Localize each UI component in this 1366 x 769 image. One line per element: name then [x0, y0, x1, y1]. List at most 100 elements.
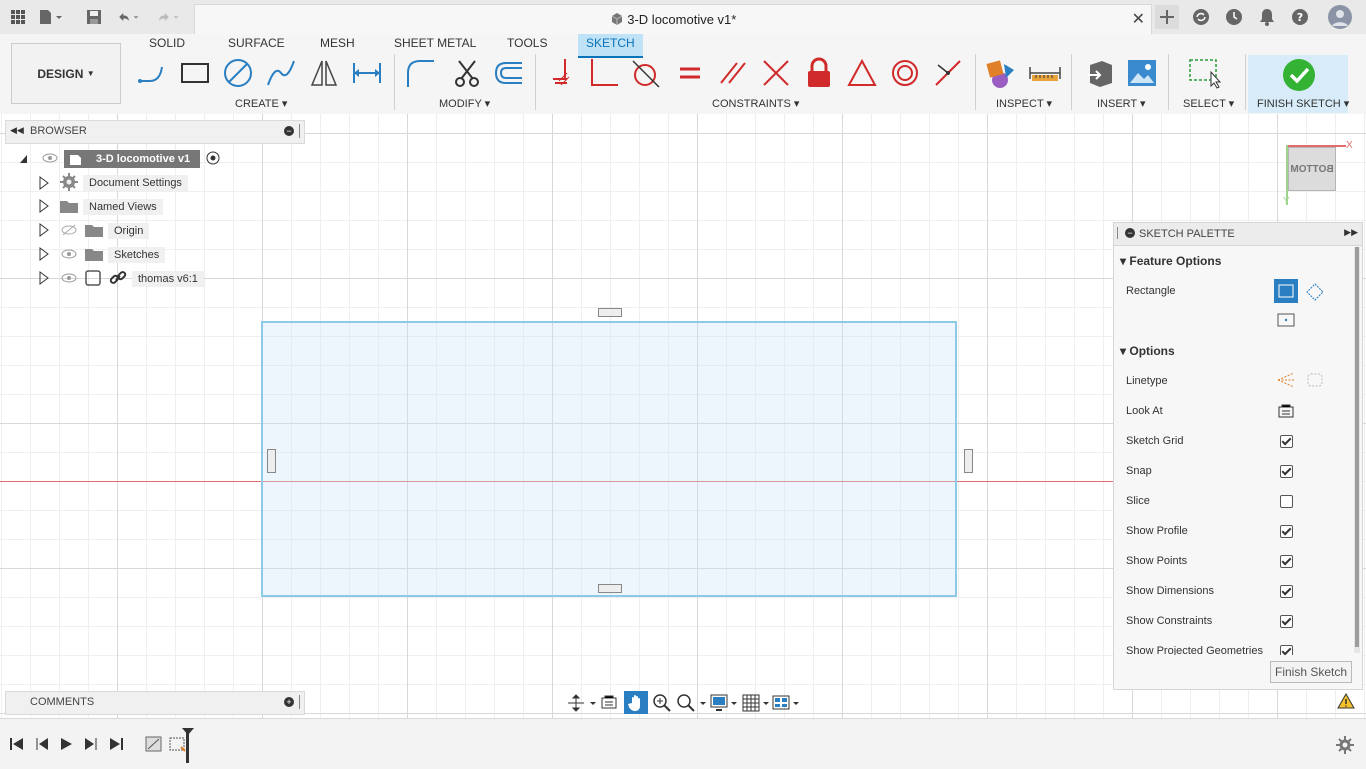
browser-pin-icon[interactable]: − [284, 126, 294, 136]
spline-tool-icon[interactable] [263, 55, 299, 91]
app-grid-icon[interactable] [6, 5, 30, 29]
dimension-tool-icon[interactable] [349, 55, 385, 91]
job-status-icon[interactable] [1222, 5, 1246, 29]
activate-radio-icon[interactable] [206, 151, 220, 168]
sync-icon[interactable] [1189, 5, 1213, 29]
look-at-icon[interactable] [1278, 403, 1294, 422]
browser-panel-header[interactable]: ◀◀ BROWSER − [5, 120, 305, 144]
panel-grip-icon[interactable] [299, 695, 302, 709]
fit-zoom-icon[interactable] [676, 693, 710, 716]
step-forward-icon[interactable] [83, 737, 99, 754]
concentric-constraint-icon[interactable] [887, 55, 923, 91]
trim-tool-icon[interactable] [449, 55, 485, 91]
document-tab[interactable]: 3-D locomotive v1* ✕ [194, 4, 1152, 35]
tab-surface[interactable]: SURFACE [220, 34, 293, 56]
perpendicular-constraint-icon[interactable] [586, 55, 622, 91]
notifications-icon[interactable] [1255, 5, 1279, 29]
zoom-icon[interactable] [652, 693, 672, 716]
expand-triangle-icon[interactable] [20, 155, 27, 163]
select-window-icon[interactable] [1187, 55, 1223, 91]
tangent-constraint-icon[interactable] [627, 55, 663, 91]
modify-group-label[interactable]: MODIFY ▾ [439, 97, 490, 110]
inspect-group-label[interactable]: INSPECT ▾ [996, 97, 1052, 110]
two-point-rectangle-icon[interactable] [1274, 279, 1298, 303]
look-at-nav-icon[interactable] [600, 693, 618, 714]
slice-checkbox[interactable] [1280, 495, 1293, 508]
show-dimensions-checkbox[interactable] [1280, 585, 1293, 598]
browser-item-document-settings[interactable]: Document Settings [39, 172, 188, 194]
offset-tool-icon[interactable] [490, 55, 526, 91]
centerline-linetype-icon[interactable] [1306, 372, 1324, 391]
right-dimension-handle[interactable] [964, 449, 973, 473]
options-section[interactable]: ▾ Options [1120, 344, 1175, 358]
midpoint-constraint-icon[interactable] [930, 55, 966, 91]
redo-icon[interactable] [156, 5, 180, 29]
browser-item-component[interactable]: thomas v6:1 [39, 268, 204, 290]
parallel-constraint-icon[interactable] [715, 55, 751, 91]
tab-mesh[interactable]: MESH [312, 34, 363, 56]
rectangle-tool-icon[interactable] [177, 55, 213, 91]
palette-scrollbar-thumb[interactable] [1355, 247, 1359, 647]
equal-constraint-icon[interactable] [672, 55, 708, 91]
insert-group-label[interactable]: INSERT ▾ [1097, 97, 1146, 110]
play-icon[interactable] [59, 737, 73, 754]
fix-constraint-icon[interactable] [801, 55, 837, 91]
sketch-grid-checkbox[interactable] [1280, 435, 1293, 448]
palette-scrollbar[interactable] [1354, 247, 1360, 653]
left-dimension-handle[interactable] [267, 449, 276, 473]
show-constraints-checkbox[interactable] [1280, 615, 1293, 628]
save-icon[interactable] [82, 5, 106, 29]
browser-item-named-views[interactable]: Named Views [39, 196, 163, 218]
expand-palette-icon[interactable]: ▶▶ [1344, 227, 1358, 238]
browser-item-origin[interactable]: Origin [39, 220, 150, 242]
go-to-start-icon[interactable] [9, 737, 25, 754]
construction-linetype-icon[interactable] [1276, 371, 1296, 392]
add-comment-icon[interactable]: + [284, 697, 294, 707]
visibility-eye-icon[interactable] [61, 248, 77, 263]
collapse-panel-icon[interactable]: ◀◀ [10, 125, 24, 136]
symmetry-constraint-icon[interactable] [844, 55, 880, 91]
tab-sheet-metal[interactable]: SHEET METAL [386, 34, 484, 56]
measure-icon[interactable] [1027, 55, 1063, 91]
tab-solid[interactable]: SOLID [141, 34, 193, 56]
new-tab-icon[interactable] [1155, 5, 1179, 29]
finish-sketch-button[interactable]: FINISH SKETCH ▾ [1248, 55, 1349, 113]
three-point-rectangle-icon[interactable] [1305, 282, 1325, 305]
timeline-marker-head[interactable] [182, 728, 194, 735]
browser-item-sketches[interactable]: Sketches [39, 244, 166, 266]
select-group-label[interactable]: SELECT ▾ [1183, 97, 1234, 110]
line-tool-icon[interactable] [134, 55, 170, 91]
help-icon[interactable]: ? [1288, 5, 1312, 29]
expand-triangle-icon[interactable] [39, 222, 49, 240]
visibility-eye-icon[interactable] [42, 152, 58, 167]
undo-icon[interactable] [116, 5, 140, 29]
warning-icon[interactable] [1337, 692, 1355, 712]
show-profile-checkbox[interactable] [1280, 525, 1293, 538]
step-back-icon[interactable] [34, 737, 50, 754]
constraints-group-label[interactable]: CONSTRAINTS ▾ [712, 97, 799, 110]
snap-checkbox[interactable] [1280, 465, 1293, 478]
center-rectangle-icon[interactable] [1277, 313, 1295, 330]
go-to-end-icon[interactable] [108, 737, 124, 754]
insert-derive-icon[interactable] [1082, 55, 1118, 91]
viewcube-face[interactable]: BOTTOM [1288, 147, 1336, 191]
panel-grip-icon[interactable] [1117, 227, 1120, 239]
browser-root-row[interactable]: 3-D locomotive v1 [20, 148, 220, 170]
display-settings-icon[interactable] [710, 693, 740, 716]
file-menu-icon[interactable] [38, 5, 62, 29]
expand-triangle-icon[interactable] [39, 176, 49, 190]
bottom-dimension-handle[interactable] [598, 584, 622, 593]
workspace-switcher[interactable]: DESIGN ▼ [11, 43, 121, 104]
sketch-rectangle[interactable] [261, 321, 957, 597]
close-tab-icon[interactable]: ✕ [1132, 9, 1145, 29]
collinear-constraint-icon[interactable] [758, 55, 794, 91]
expand-triangle-icon[interactable] [39, 246, 49, 264]
top-dimension-handle[interactable] [598, 308, 622, 317]
panel-grip-icon[interactable] [299, 124, 302, 138]
create-group-label[interactable]: CREATE ▾ [235, 97, 287, 110]
inspect-display-icon[interactable] [983, 55, 1019, 91]
orbit-icon[interactable] [566, 693, 596, 716]
coincident-constraint-icon[interactable] [543, 55, 579, 91]
finish-sketch-small-button[interactable]: Finish Sketch [1270, 661, 1352, 683]
show-points-checkbox[interactable] [1280, 555, 1293, 568]
